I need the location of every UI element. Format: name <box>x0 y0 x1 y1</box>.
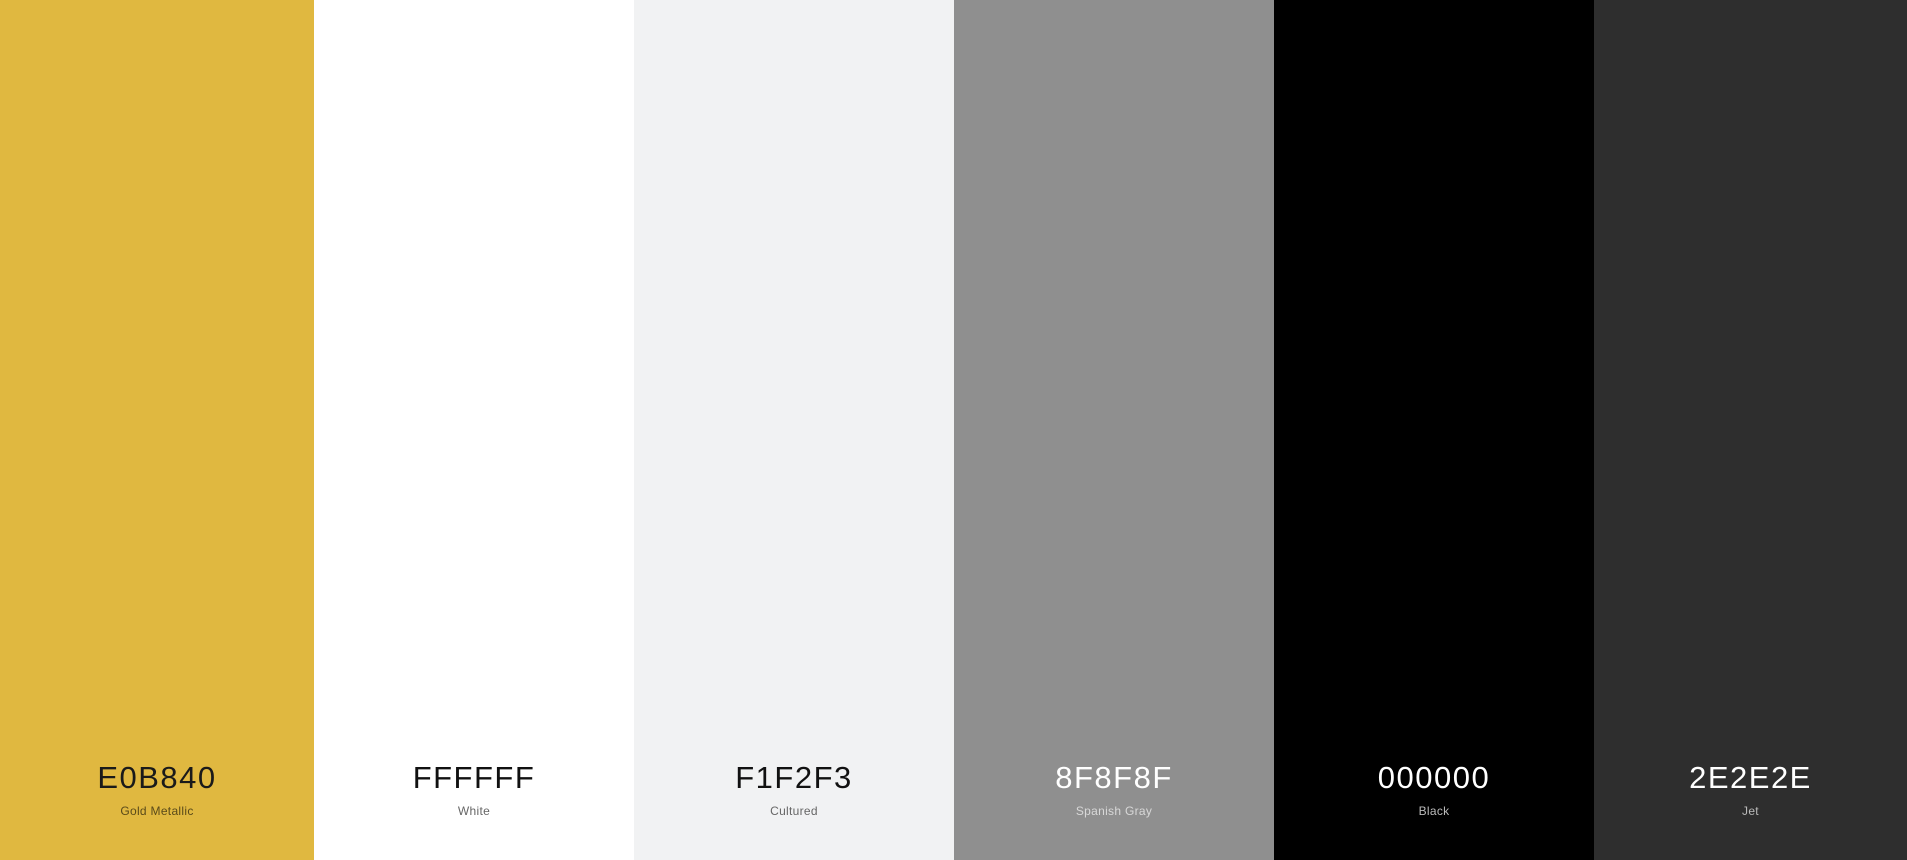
swatch-hex-code[interactable]: FFFFFF <box>314 760 634 796</box>
swatch-info: F1F2F3 Cultured <box>634 760 954 860</box>
swatch-color-name: White <box>457 804 491 818</box>
swatch-hex-code[interactable]: E0B840 <box>0 760 314 796</box>
swatch-gold-metallic[interactable]: E0B840 Gold Metallic <box>0 0 314 860</box>
swatch-hex-code[interactable]: 8F8F8F <box>954 760 1274 796</box>
swatch-black[interactable]: 000000 Black <box>1274 0 1594 860</box>
swatch-info: E0B840 Gold Metallic <box>0 760 314 860</box>
swatch-spanish-gray[interactable]: 8F8F8F Spanish Gray <box>954 0 1274 860</box>
swatch-info: 000000 Black <box>1274 760 1594 860</box>
swatch-info: FFFFFF White <box>314 760 634 860</box>
swatch-hex-code[interactable]: 000000 <box>1274 760 1594 796</box>
swatch-info: 2E2E2E Jet <box>1594 760 1907 860</box>
swatch-hex-code[interactable]: 2E2E2E <box>1594 760 1907 796</box>
swatch-color-name: Black <box>1418 804 1450 818</box>
swatch-color-name: Cultured <box>770 804 818 818</box>
color-palette: E0B840 Gold Metallic FFFFFF White F1F2F3… <box>0 0 1907 860</box>
swatch-color-name: Gold Metallic <box>120 804 194 818</box>
swatch-info: 8F8F8F Spanish Gray <box>954 760 1274 860</box>
swatch-jet[interactable]: 2E2E2E Jet <box>1594 0 1907 860</box>
swatch-color-name: Spanish Gray <box>1075 804 1153 818</box>
swatch-white[interactable]: FFFFFF White <box>314 0 634 860</box>
swatch-cultured[interactable]: F1F2F3 Cultured <box>634 0 954 860</box>
swatch-hex-code[interactable]: F1F2F3 <box>634 760 954 796</box>
swatch-color-name: Jet <box>1742 804 1759 818</box>
